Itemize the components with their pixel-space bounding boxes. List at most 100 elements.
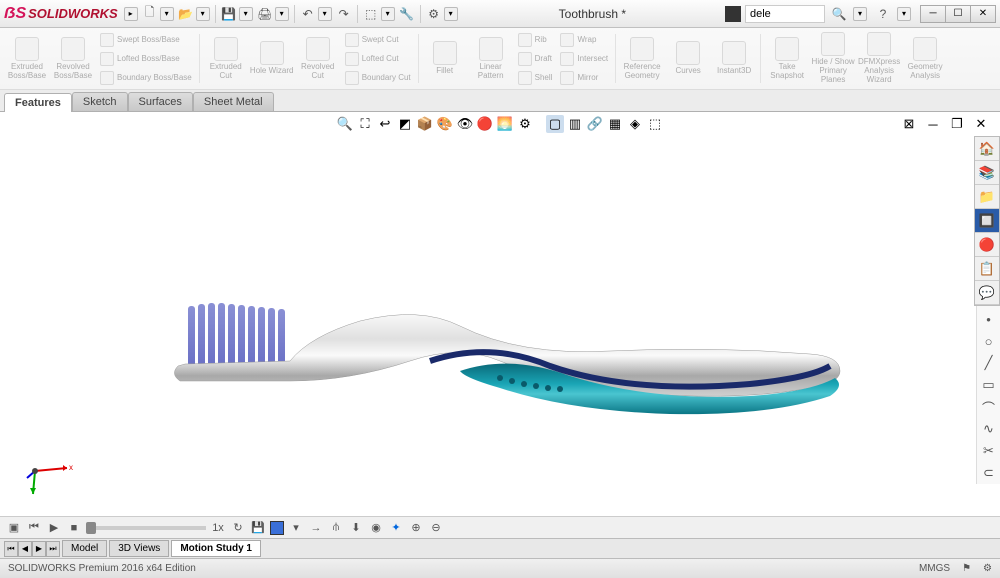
play-icon[interactable]: ▶ [46, 520, 62, 536]
doc-close-icon[interactable]: ⊠ [900, 115, 918, 133]
minimize-button[interactable]: ─ [920, 5, 946, 23]
tab-last-icon[interactable]: ⏭ [46, 541, 60, 557]
tab-surfaces[interactable]: Surfaces [128, 92, 193, 111]
section-view-icon[interactable]: ◩ [396, 115, 414, 133]
view-settings-icon[interactable]: ⚙ [516, 115, 534, 133]
link-views-icon[interactable]: 🔗 [586, 115, 604, 133]
iso-view-icon[interactable]: ◈ [626, 115, 644, 133]
revolved-cut-button[interactable]: Revolved Cut [295, 30, 341, 87]
tp-view-palette-icon[interactable]: 🔲 [975, 209, 999, 233]
contact-icon[interactable]: ◉ [368, 520, 384, 536]
rectangle-icon[interactable]: ▭ [977, 374, 1000, 396]
linear-pattern-button[interactable]: Linear Pattern [468, 30, 514, 87]
loop-icon[interactable]: ↻ [230, 520, 246, 536]
open-icon[interactable]: 📂 [177, 5, 195, 23]
orientation-triad[interactable]: x [25, 446, 75, 496]
shell-button[interactable]: Shell [516, 69, 555, 87]
hide-show-planes-button[interactable]: Hide / Show Primary Planes [810, 30, 856, 87]
bottom-tab-3dviews[interactable]: 3D Views [109, 540, 169, 557]
tab-next-icon[interactable]: ▶ [32, 541, 46, 557]
swept-cut-button[interactable]: Swept Cut [343, 31, 413, 49]
undo-dd[interactable]: ▾ [318, 7, 332, 21]
maximize-button[interactable]: ☐ [945, 5, 971, 23]
boundary-boss-button[interactable]: Boundary Boss/Base [98, 69, 194, 87]
fillet-button[interactable]: Fillet [422, 30, 468, 87]
save-anim-icon[interactable]: 💾 [250, 520, 266, 536]
tab-prev-icon[interactable]: ◀ [18, 541, 32, 557]
graphics-viewport[interactable]: 🏠 📚 📁 🔲 🔴 📋 💬 📏 • ○ ╱ ▭ ⌒ ∿ ✂ ⊂ [0, 136, 1000, 516]
save-dd[interactable]: ▾ [239, 7, 253, 21]
tab-features[interactable]: Features [4, 93, 72, 112]
motor-icon[interactable]: → [308, 520, 324, 536]
circle-icon[interactable]: ○ [977, 330, 1000, 352]
stop-icon[interactable]: ■ [66, 520, 82, 536]
tp-custom-props-icon[interactable]: 📋 [975, 257, 999, 281]
search-dd[interactable]: ▾ [853, 7, 867, 21]
revolved-boss-button[interactable]: Revolved Boss/Base [50, 30, 96, 87]
two-view-h-icon[interactable]: ▥ [566, 115, 584, 133]
doc-maximize-icon[interactable]: ✕ [972, 115, 990, 133]
mirror-button[interactable]: Mirror [558, 69, 610, 87]
boundary-cut-button[interactable]: Boundary Cut [343, 69, 413, 87]
bottom-tab-motion-study[interactable]: Motion Study 1 [171, 540, 261, 557]
four-view-icon[interactable]: ▦ [606, 115, 624, 133]
hole-wizard-button[interactable]: Hole Wizard [249, 30, 295, 87]
doc-restore-icon[interactable]: ❐ [948, 115, 966, 133]
select-icon[interactable]: ⬚ [362, 5, 380, 23]
edit-appearance-icon[interactable]: 🔴 [476, 115, 494, 133]
tab-sheet-metal[interactable]: Sheet Metal [193, 92, 274, 111]
save-icon[interactable]: 💾 [220, 5, 238, 23]
gravity-icon[interactable]: ⬇ [348, 520, 364, 536]
redo-icon[interactable]: ↷ [335, 5, 353, 23]
options-dd[interactable]: ▾ [444, 7, 458, 21]
tab-first-icon[interactable]: ⏮ [4, 541, 18, 557]
curves-button[interactable]: Curves [665, 30, 711, 87]
status-flag-icon[interactable]: ⚑ [962, 563, 971, 574]
single-view-icon[interactable]: ▢ [546, 115, 564, 133]
status-settings-icon[interactable]: ⚙ [983, 563, 992, 574]
view-orientation-icon[interactable]: 📦 [416, 115, 434, 133]
timeline-slider[interactable] [86, 526, 206, 530]
hide-show-items-icon[interactable]: 👁 [456, 115, 474, 133]
intersect-button[interactable]: Intersect [558, 50, 610, 68]
dfmxpress-button[interactable]: DFMXpress Analysis Wizard [856, 30, 902, 87]
lofted-boss-button[interactable]: Lofted Boss/Base [98, 50, 194, 68]
tp-file-explorer-icon[interactable]: 📁 [975, 185, 999, 209]
extruded-cut-button[interactable]: Extruded Cut [203, 30, 249, 87]
point-icon[interactable]: • [977, 308, 1000, 330]
wrap-button[interactable]: Wrap [558, 31, 610, 49]
key-color-swatch[interactable] [270, 521, 284, 535]
search-input[interactable] [745, 5, 825, 23]
offset-icon[interactable]: ⊂ [977, 462, 1000, 484]
take-snapshot-button[interactable]: Take Snapshot [764, 30, 810, 87]
display-style-icon[interactable]: 🎨 [436, 115, 454, 133]
collapse-icon[interactable]: ⊖ [428, 520, 444, 536]
view-cube-icon[interactable]: ⬚ [646, 115, 664, 133]
instant3d-button[interactable]: Instant3D [711, 30, 757, 87]
lofted-cut-button[interactable]: Lofted Cut [343, 50, 413, 68]
calculate-icon[interactable]: ▣ [6, 520, 22, 536]
menu-dropdown-icon[interactable]: ▸ [124, 7, 138, 21]
extruded-boss-button[interactable]: Extruded Boss/Base [4, 30, 50, 87]
command-prompt-icon[interactable] [725, 6, 741, 22]
zoom-fit-icon[interactable]: 🔍 [336, 115, 354, 133]
new-icon[interactable]: 🗋 [141, 5, 159, 23]
rib-button[interactable]: Rib [516, 31, 555, 49]
arc-icon[interactable]: ⌒ [977, 396, 1000, 418]
search-icon[interactable]: 🔍 [830, 5, 848, 23]
ref-geometry-button[interactable]: Reference Geometry [619, 30, 665, 87]
doc-minimize-icon[interactable]: ─ [924, 115, 942, 133]
open-dd[interactable]: ▾ [196, 7, 210, 21]
new-dd[interactable]: ▾ [160, 7, 174, 21]
select-dd[interactable]: ▾ [381, 7, 395, 21]
spline-icon[interactable]: ∿ [977, 418, 1000, 440]
apply-scene-icon[interactable]: 🌅 [496, 115, 514, 133]
close-button[interactable]: ✕ [970, 5, 996, 23]
draft-button[interactable]: Draft [516, 50, 555, 68]
geometry-analysis-button[interactable]: Geometry Analysis [902, 30, 948, 87]
print-dd[interactable]: ▾ [275, 7, 289, 21]
swept-boss-button[interactable]: Swept Boss/Base [98, 31, 194, 49]
motion-settings-icon[interactable]: ⊕ [408, 520, 424, 536]
bottom-tab-model[interactable]: Model [62, 540, 107, 557]
tab-sketch[interactable]: Sketch [72, 92, 128, 111]
